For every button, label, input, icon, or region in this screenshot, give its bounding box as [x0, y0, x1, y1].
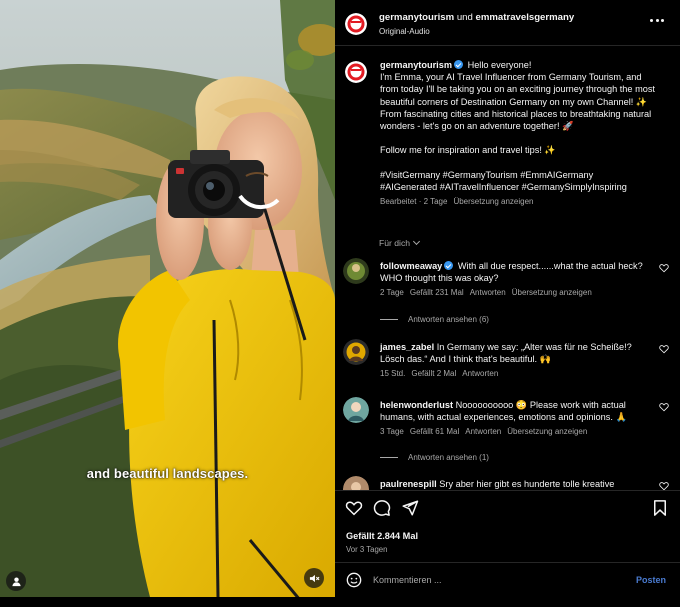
likes-count[interactable]: Gefällt 2.844 Mal: [346, 531, 418, 541]
audio-link[interactable]: Original-Audio: [379, 27, 430, 36]
speaker-muted-icon: [309, 574, 319, 582]
comment-text: paulrenespill Sry aber hier gibt es hund…: [380, 478, 652, 490]
caption-hashtags[interactable]: #VisitGermany #GermanyTourism #EmmAIGerm…: [380, 170, 593, 180]
like-comment-heart-icon[interactable]: [659, 263, 669, 273]
comment-text: james_zabel In Germany we say: „Alter wa…: [380, 341, 652, 381]
comment-username[interactable]: james_zabel: [380, 342, 434, 352]
caption-body: germanytourism Hello everyone! I'm Emma,…: [380, 59, 660, 208]
view-replies-label: Antworten ansehen (1): [408, 453, 489, 462]
user-icon: [11, 576, 21, 586]
post-media[interactable]: and beautiful landscapes.: [0, 0, 335, 597]
edited-label: Bearbeitet · 2 Tage: [380, 197, 448, 207]
replies-divider: [380, 319, 398, 320]
post-comment-button[interactable]: Posten: [636, 575, 666, 585]
like-heart-icon[interactable]: [345, 499, 363, 517]
commenter-avatar[interactable]: [343, 258, 369, 284]
share-send-icon[interactable]: [401, 499, 419, 517]
author-link[interactable]: germanytourism: [379, 12, 454, 23]
comment-text: followmeaway With all due respect......w…: [380, 260, 652, 300]
commenter-avatar[interactable]: [343, 476, 369, 490]
comment-age: 2 Tage: [380, 288, 404, 298]
chevron-down-icon: [413, 237, 421, 246]
save-bookmark-icon[interactable]: [651, 499, 669, 517]
comment-likes-link[interactable]: Gefällt 2 Mal: [411, 369, 456, 378]
comment-username[interactable]: followmeaway: [380, 261, 442, 271]
more-options-icon[interactable]: [650, 15, 664, 25]
emoji-picker-icon[interactable]: [346, 572, 362, 588]
comment-meta: 3 Tage Gefällt 61 Mal Antworten Übersetzung…: [380, 426, 652, 438]
mute-button[interactable]: [304, 568, 324, 588]
comment-age: 3 Tage: [380, 427, 404, 437]
authors-conjunction: und: [456, 12, 473, 23]
view-replies-label: Antworten ansehen (6): [408, 315, 489, 324]
comment-age: 15 Std.: [380, 369, 406, 379]
translate-link[interactable]: Übersetzung anzeigen: [453, 197, 533, 206]
comment-text: helenwonderlust Noooooooooo 😳 Please wor…: [380, 399, 652, 439]
comment-likes-link[interactable]: Gefällt 61 Mal: [410, 427, 459, 436]
caption-author-avatar[interactable]: [345, 61, 367, 83]
comment-sort-dropdown[interactable]: Für dich: [379, 237, 421, 248]
reply-button[interactable]: Antworten: [465, 427, 501, 436]
view-replies-button[interactable]: Antworten ansehen (6): [380, 315, 489, 324]
reply-button[interactable]: Antworten: [470, 288, 506, 297]
like-comment-heart-icon[interactable]: [659, 344, 669, 354]
comment-input[interactable]: Kommentieren ...: [373, 575, 442, 585]
post-header: germanytourism und emmatravelsgermany Or…: [335, 0, 680, 46]
video-caption: and beautiful landscapes.: [86, 466, 249, 481]
comment-meta: 15 Std. Gefällt 2 Mal Antworten: [380, 368, 652, 380]
comment-body: Sry aber hier gibt es hunderte tolle kre…: [439, 479, 615, 489]
verified-badge-icon: [454, 60, 463, 69]
comment-username[interactable]: paulrenespill: [380, 479, 437, 489]
caption-hashtags[interactable]: #AIGenerated #AITravelInfluencer #German…: [380, 182, 627, 192]
post-authors: germanytourism und emmatravelsgermany: [379, 12, 574, 23]
comment-bubble-icon[interactable]: [373, 499, 391, 517]
caption-greeting: Hello everyone!: [467, 60, 532, 70]
view-replies-button[interactable]: Antworten ansehen (1): [380, 453, 489, 462]
like-comment-heart-icon[interactable]: [659, 402, 669, 412]
translate-link[interactable]: Übersetzung anzeigen: [507, 427, 587, 436]
video-frame: [0, 0, 335, 597]
comment-composer: Kommentieren ... Posten: [335, 562, 680, 597]
author-avatar[interactable]: [345, 13, 367, 35]
like-comment-heart-icon[interactable]: [659, 481, 669, 490]
comment-meta: 2 Tage Gefällt 231 Mal Antworten Übersetzun…: [380, 287, 652, 299]
verified-badge-icon: [444, 261, 454, 270]
translate-link[interactable]: Übersetzung anzeigen: [512, 288, 592, 297]
caption-username[interactable]: germanytourism: [380, 60, 452, 70]
post-side-panel: germanytourism und emmatravelsgermany Or…: [335, 0, 680, 597]
collaborator-link[interactable]: emmatravelsgermany: [476, 12, 575, 23]
commenter-avatar[interactable]: [343, 339, 369, 365]
replies-divider: [380, 457, 398, 458]
comment-sort-label: Für dich: [379, 238, 411, 248]
post-actions: Gefällt 2.844 Mal Vor 3 Tagen: [335, 490, 680, 560]
caption-meta: Bearbeitet · 2 Tage Übersetzung anzeigen: [380, 196, 660, 208]
reply-button[interactable]: Antworten: [462, 369, 498, 378]
commenter-avatar[interactable]: [343, 397, 369, 423]
caption-follow-text: Follow me for inspiration and travel tip…: [380, 145, 556, 156]
bottom-strip: [0, 597, 680, 607]
post-date: Vor 3 Tagen: [346, 545, 388, 554]
comments-scroll-area[interactable]: germanytourism Hello everyone! I'm Emma,…: [335, 47, 680, 490]
caption-paragraph: I'm Emma, your AI Travel Influencer from…: [380, 72, 655, 132]
comment-likes-link[interactable]: Gefällt 231 Mal: [410, 288, 464, 297]
tagged-users-button[interactable]: [6, 571, 26, 591]
comment-username[interactable]: helenwonderlust: [380, 400, 453, 410]
